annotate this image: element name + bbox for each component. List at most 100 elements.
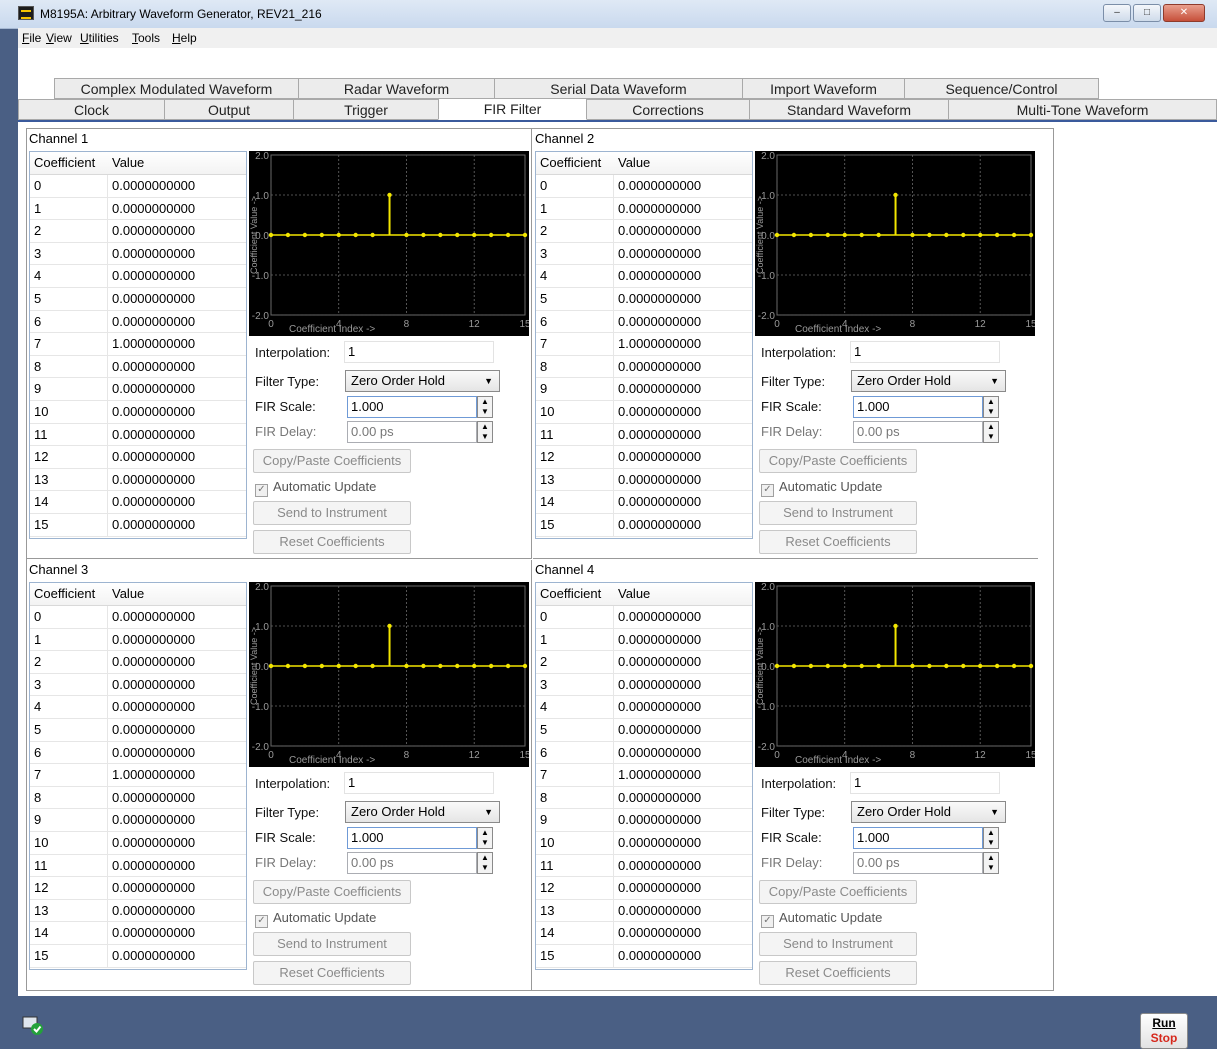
coefficient-value[interactable]: 0.0000000000 xyxy=(614,832,752,854)
table-row[interactable]: 10 0.0000000000 xyxy=(536,831,752,855)
spin-down-icon[interactable]: ▼ xyxy=(984,407,998,417)
table-row[interactable]: 12 0.0000000000 xyxy=(30,877,246,900)
table-row[interactable]: 0 0.0000000000 xyxy=(536,606,752,629)
menu-view[interactable]: View xyxy=(46,31,72,45)
table-row[interactable]: 12 0.0000000000 xyxy=(536,877,752,900)
table-row[interactable]: 0 0.0000000000 xyxy=(536,175,752,198)
checkbox-checked-icon[interactable]: ✓ xyxy=(761,484,774,497)
table-row[interactable]: 1 0.0000000000 xyxy=(536,628,752,652)
automatic-update-checkbox[interactable]: ✓ Automatic Update xyxy=(761,479,882,497)
coefficient-value[interactable]: 0.0000000000 xyxy=(614,378,752,400)
coefficient-value[interactable]: 0.0000000000 xyxy=(108,877,246,899)
tab-clock[interactable]: Clock xyxy=(18,99,165,120)
table-row[interactable]: 4 0.0000000000 xyxy=(536,696,752,719)
spin-up-icon[interactable]: ▲ xyxy=(478,422,492,432)
table-row[interactable]: 13 0.0000000000 xyxy=(30,468,246,492)
spin-up-icon[interactable]: ▲ xyxy=(984,853,998,863)
tab-sequence-control[interactable]: Sequence/Control xyxy=(904,78,1099,99)
fir-scale-spinner[interactable]: ▲ ▼ xyxy=(477,396,493,418)
table-row[interactable]: 10 0.0000000000 xyxy=(30,831,246,855)
table-row[interactable]: 8 0.0000000000 xyxy=(30,786,246,810)
copy-paste-coefficients-button[interactable]: Copy/Paste Coefficients xyxy=(253,880,411,904)
table-row[interactable]: 9 0.0000000000 xyxy=(30,378,246,401)
table-row[interactable]: 7 1.0000000000 xyxy=(536,333,752,356)
table-row[interactable]: 6 0.0000000000 xyxy=(30,310,246,334)
spin-down-icon[interactable]: ▼ xyxy=(478,863,492,873)
table-row[interactable]: 5 0.0000000000 xyxy=(536,287,752,311)
coefficient-value[interactable]: 0.0000000000 xyxy=(108,514,246,536)
send-to-instrument-button[interactable]: Send to Instrument xyxy=(759,501,917,525)
coefficient-value[interactable]: 0.0000000000 xyxy=(614,787,752,809)
spin-up-icon[interactable]: ▲ xyxy=(478,397,492,407)
tab-serial-data-waveform[interactable]: Serial Data Waveform xyxy=(494,78,743,99)
coefficient-value[interactable]: 0.0000000000 xyxy=(108,175,246,197)
table-row[interactable]: 1 0.0000000000 xyxy=(30,197,246,221)
tab-corrections[interactable]: Corrections xyxy=(586,99,750,120)
minimize-button[interactable]: – xyxy=(1103,4,1131,22)
reset-coefficients-button[interactable]: Reset Coefficients xyxy=(759,961,917,985)
coefficient-value[interactable]: 0.0000000000 xyxy=(108,378,246,400)
fir-scale-field[interactable]: 1.000 xyxy=(347,396,477,418)
table-row[interactable]: 3 0.0000000000 xyxy=(30,673,246,697)
table-row[interactable]: 14 0.0000000000 xyxy=(536,491,752,514)
table-row[interactable]: 12 0.0000000000 xyxy=(536,446,752,469)
menu-help[interactable]: Help xyxy=(172,31,197,45)
spin-up-icon[interactable]: ▲ xyxy=(984,828,998,838)
table-row[interactable]: 6 0.0000000000 xyxy=(30,741,246,765)
coefficient-value[interactable]: 0.0000000000 xyxy=(108,606,246,628)
coefficient-value[interactable]: 0.0000000000 xyxy=(108,469,246,491)
menu-file[interactable]: File xyxy=(22,31,41,45)
coefficient-value[interactable]: 0.0000000000 xyxy=(108,855,246,877)
coefficient-value[interactable]: 0.0000000000 xyxy=(108,198,246,220)
coefficient-value[interactable]: 0.0000000000 xyxy=(108,945,246,967)
fir-scale-spinner[interactable]: ▲ ▼ xyxy=(477,827,493,849)
filter-type-select[interactable]: Zero Order Hold ▼ xyxy=(851,370,1006,392)
table-row[interactable]: 2 0.0000000000 xyxy=(536,651,752,674)
table-row[interactable]: 6 0.0000000000 xyxy=(536,310,752,334)
tab-import-waveform[interactable]: Import Waveform xyxy=(742,78,905,99)
coefficient-value[interactable]: 1.0000000000 xyxy=(614,333,752,355)
send-to-instrument-button[interactable]: Send to Instrument xyxy=(253,932,411,956)
table-row[interactable]: 13 0.0000000000 xyxy=(30,899,246,923)
reset-coefficients-button[interactable]: Reset Coefficients xyxy=(759,530,917,554)
fir-scale-spinner[interactable]: ▲ ▼ xyxy=(983,827,999,849)
interpolation-field[interactable]: 1 xyxy=(850,772,1000,794)
coefficient-value[interactable]: 0.0000000000 xyxy=(108,832,246,854)
tab-fir-filter[interactable]: FIR Filter xyxy=(438,98,587,120)
table-row[interactable]: 7 1.0000000000 xyxy=(536,764,752,787)
coefficient-column-header[interactable]: Coefficient xyxy=(536,583,614,605)
coefficient-value[interactable]: 0.0000000000 xyxy=(614,877,752,899)
table-row[interactable]: 4 0.0000000000 xyxy=(536,265,752,288)
coefficient-value[interactable]: 0.0000000000 xyxy=(614,900,752,922)
coefficient-value[interactable]: 0.0000000000 xyxy=(108,491,246,513)
coefficient-column-header[interactable]: Coefficient xyxy=(30,583,108,605)
fir-scale-field[interactable]: 1.000 xyxy=(853,827,983,849)
table-row[interactable]: 3 0.0000000000 xyxy=(536,242,752,266)
table-row[interactable]: 4 0.0000000000 xyxy=(30,265,246,288)
coefficient-value[interactable]: 0.0000000000 xyxy=(614,198,752,220)
coefficient-table[interactable]: Coefficient Value 0 0.0000000000 1 0.000… xyxy=(535,582,753,970)
coefficient-column-header[interactable]: Coefficient xyxy=(536,152,614,174)
send-to-instrument-button[interactable]: Send to Instrument xyxy=(759,932,917,956)
tab-radar-waveform[interactable]: Radar Waveform xyxy=(298,78,495,99)
table-row[interactable]: 8 0.0000000000 xyxy=(536,786,752,810)
checkbox-checked-icon[interactable]: ✓ xyxy=(255,915,268,928)
table-row[interactable]: 2 0.0000000000 xyxy=(30,220,246,243)
fir-delay-spinner[interactable]: ▲ ▼ xyxy=(477,421,493,443)
coefficient-value[interactable]: 1.0000000000 xyxy=(108,333,246,355)
table-row[interactable]: 1 0.0000000000 xyxy=(536,197,752,221)
table-row[interactable]: 14 0.0000000000 xyxy=(30,491,246,514)
table-row[interactable]: 8 0.0000000000 xyxy=(536,355,752,379)
coefficient-value[interactable]: 0.0000000000 xyxy=(614,469,752,491)
coefficient-value[interactable]: 0.0000000000 xyxy=(108,742,246,764)
fir-delay-field[interactable]: 0.00 ps xyxy=(853,421,983,443)
automatic-update-checkbox[interactable]: ✓ Automatic Update xyxy=(761,910,882,928)
menu-utilities[interactable]: Utilities xyxy=(80,31,119,45)
table-row[interactable]: 10 0.0000000000 xyxy=(30,400,246,424)
send-to-instrument-button[interactable]: Send to Instrument xyxy=(253,501,411,525)
coefficient-value[interactable]: 0.0000000000 xyxy=(614,311,752,333)
coefficient-value[interactable]: 0.0000000000 xyxy=(614,674,752,696)
coefficient-value[interactable]: 0.0000000000 xyxy=(108,809,246,831)
copy-paste-coefficients-button[interactable]: Copy/Paste Coefficients xyxy=(253,449,411,473)
reset-coefficients-button[interactable]: Reset Coefficients xyxy=(253,961,411,985)
